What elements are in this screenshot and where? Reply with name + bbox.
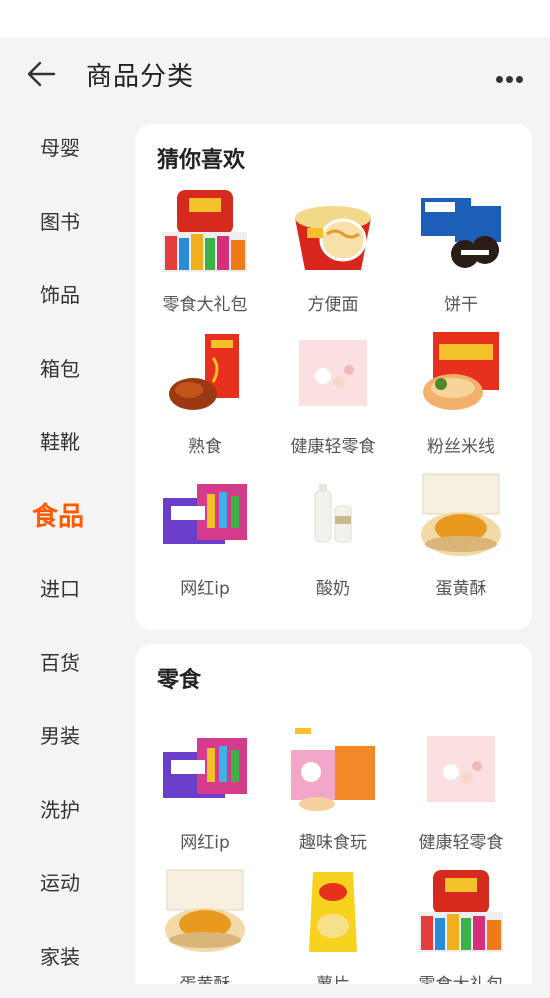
fun-food-toy-image xyxy=(291,728,375,811)
back-arrow-icon[interactable] xyxy=(26,60,58,88)
category-tile[interactable]: 蛋黄酥 xyxy=(397,468,525,610)
section-title: 猜你喜欢 xyxy=(157,148,246,173)
instant-noodles-image xyxy=(295,206,371,270)
category-label: 健康轻零食 xyxy=(290,437,376,457)
page-title: 商品分类 xyxy=(86,62,195,92)
category-label: 蛋黄酥 xyxy=(180,970,231,984)
egg-yolk-pastry-image xyxy=(421,473,501,556)
category-label: 饼干 xyxy=(444,295,478,315)
section-title: 零食 xyxy=(157,668,202,693)
sidebar-item-menswear[interactable]: 男装 xyxy=(0,698,118,772)
category-tile[interactable]: 方便面 xyxy=(269,184,397,326)
category-content: 猜你喜欢 零食大礼包 方便面 饼干 熟食 健康轻零食 粉丝米线 网红ip 酸奶 … xyxy=(135,124,532,998)
sidebar-item-personal-care[interactable]: 洗护 xyxy=(0,772,118,846)
more-options-icon[interactable] xyxy=(496,68,530,83)
egg-yolk-pastry-image xyxy=(165,869,245,952)
category-tile[interactable]: 网红ip xyxy=(141,722,269,864)
category-label: 酸奶 xyxy=(316,579,350,599)
category-tile[interactable]: 零食大礼包 xyxy=(141,184,269,326)
section-snacks: 零食 网红ip 趣味食玩 健康轻零食 xyxy=(135,644,532,984)
yogurt-image xyxy=(314,484,352,543)
internet-snack-box-image xyxy=(163,738,247,798)
category-tile[interactable]: 酸奶 xyxy=(269,468,397,610)
section-guess-you-like: 猜你喜欢 零食大礼包 方便面 饼干 熟食 健康轻零食 粉丝米线 网红ip 酸奶 … xyxy=(135,124,532,630)
category-label: 蛋黄酥 xyxy=(435,579,487,599)
category-tile[interactable]: 熟食 xyxy=(141,326,269,468)
category-label: 方便面 xyxy=(307,295,359,315)
category-label: 网红ip xyxy=(180,833,230,853)
snack-gift-pack-image xyxy=(419,870,503,952)
sidebar-item-books[interactable]: 图书 xyxy=(0,184,118,258)
healthy-snack-image xyxy=(427,736,495,802)
category-tile[interactable]: 薯片 xyxy=(269,864,397,984)
category-label: 零食大礼包 xyxy=(419,970,504,984)
sidebar-item-accessories[interactable]: 饰品 xyxy=(0,257,118,331)
category-label: 网红ip xyxy=(180,579,230,599)
category-tile[interactable]: 健康轻零食 xyxy=(269,326,397,468)
sidebar-item-imported[interactable]: 进口 xyxy=(0,551,118,625)
category-label: 薯片 xyxy=(316,970,350,984)
status-bar xyxy=(0,0,550,38)
category-tile[interactable]: 蛋黄酥 xyxy=(141,864,269,984)
sidebar-item-muying[interactable]: 母婴 xyxy=(0,110,118,184)
category-label: 健康轻零食 xyxy=(418,833,504,853)
top-bar: 商品分类 xyxy=(0,38,550,110)
roast-duck-image xyxy=(169,334,239,410)
sidebar-item-home-decor[interactable]: 家装 xyxy=(0,919,118,993)
cookies-image xyxy=(421,198,501,268)
category-tile[interactable]: 饼干 xyxy=(397,184,525,326)
internet-snack-box-image xyxy=(163,484,247,544)
category-label: 趣味食玩 xyxy=(299,833,367,853)
category-sidebar: 母婴 图书 饰品 箱包 鞋靴 食品 进口 百货 男装 洗护 运动 家装 xyxy=(0,110,118,979)
sidebar-item-food[interactable]: 食品 xyxy=(0,478,118,552)
potato-chips-image xyxy=(309,872,357,952)
sidebar-item-bags[interactable]: 箱包 xyxy=(0,331,118,405)
category-label: 粉丝米线 xyxy=(427,437,495,457)
snack-gift-pack-image xyxy=(163,190,247,272)
category-tile[interactable]: 网红ip xyxy=(141,468,269,610)
category-tile[interactable]: 粉丝米线 xyxy=(397,326,525,468)
category-label: 熟食 xyxy=(188,437,222,457)
sidebar-item-sports[interactable]: 运动 xyxy=(0,845,118,919)
category-label: 零食大礼包 xyxy=(162,295,248,315)
category-tile[interactable]: 健康轻零食 xyxy=(397,722,525,864)
category-tile[interactable]: 零食大礼包 xyxy=(397,864,525,984)
sidebar-item-shoes[interactable]: 鞋靴 xyxy=(0,404,118,478)
healthy-snack-image xyxy=(299,340,367,406)
sidebar-item-general-goods[interactable]: 百货 xyxy=(0,625,118,699)
rice-noodles-image xyxy=(423,332,499,410)
category-tile[interactable]: 趣味食玩 xyxy=(269,722,397,864)
